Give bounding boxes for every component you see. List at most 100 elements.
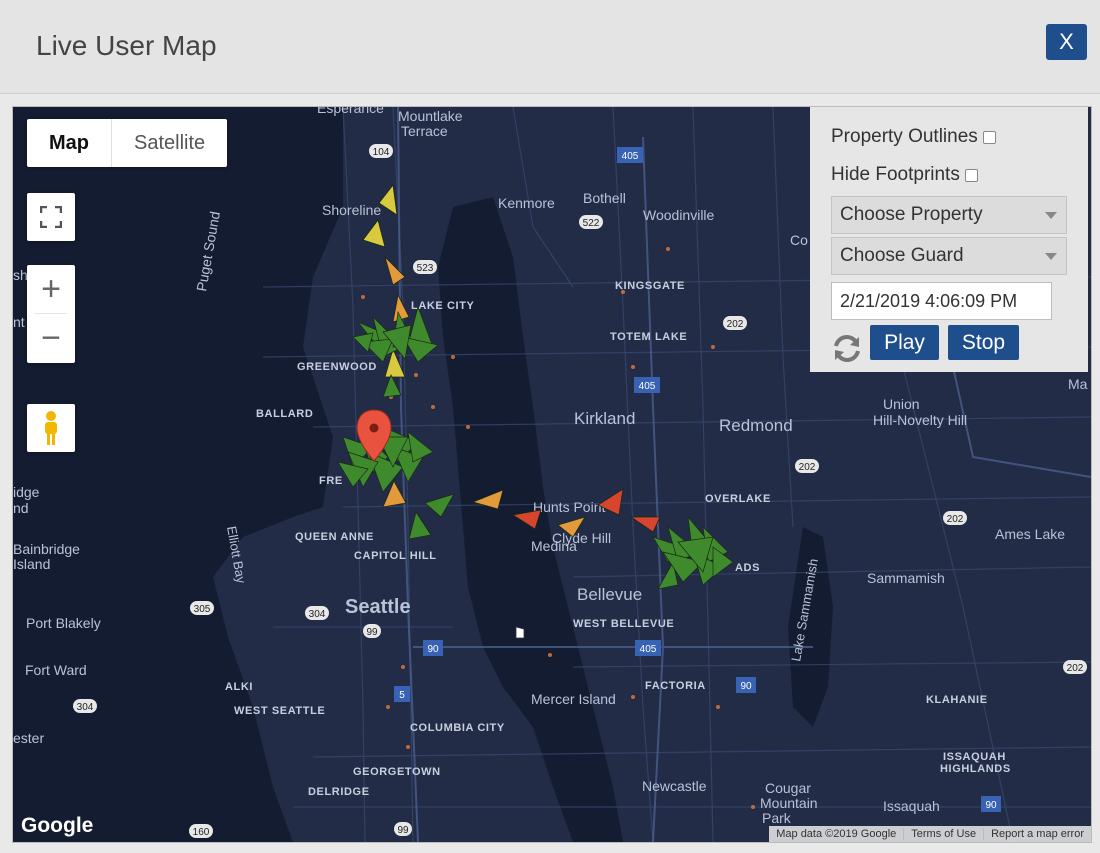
hide-footprints-checkbox[interactable] [964, 168, 978, 182]
svg-text:LAKE CITY: LAKE CITY [411, 300, 475, 312]
svg-text:202: 202 [947, 514, 964, 525]
close-button[interactable]: X [1046, 24, 1087, 60]
hide-footprints-row: Hide Footprints [831, 164, 978, 186]
property-outlines-label: Property Outlines [831, 126, 978, 147]
svg-text:Redmond: Redmond [719, 416, 793, 435]
svg-text:Seattle: Seattle [345, 596, 411, 618]
svg-text:GREENWOOD: GREENWOOD [297, 361, 377, 373]
svg-text:Mountlake: Mountlake [398, 108, 463, 124]
svg-text:TOTEM LAKE: TOTEM LAKE [610, 331, 687, 343]
map-type-control: Map Satellite [27, 119, 228, 167]
svg-text:202: 202 [1067, 663, 1084, 674]
datetime-input[interactable]: 2/21/2019 4:06:09 PM [831, 282, 1052, 320]
svg-text:Kenmore: Kenmore [498, 195, 555, 211]
svg-text:KLAHANIE: KLAHANIE [926, 694, 988, 706]
svg-text:99: 99 [397, 825, 409, 836]
property-select-value: Choose Property [840, 204, 983, 225]
svg-text:KINGSGATE: KINGSGATE [615, 280, 685, 292]
svg-text:WEST BELLEVUE: WEST BELLEVUE [573, 618, 674, 630]
svg-text:305: 305 [194, 604, 211, 615]
svg-text:WEST SEATTLE: WEST SEATTLE [234, 705, 325, 717]
svg-text:Kirkland: Kirkland [574, 409, 635, 428]
svg-text:Ma: Ma [1068, 376, 1088, 392]
svg-text:Co: Co [790, 232, 808, 248]
svg-text:DELRIDGE: DELRIDGE [308, 786, 370, 798]
svg-text:104: 104 [373, 147, 390, 158]
svg-text:Mercer Island: Mercer Island [531, 691, 616, 707]
svg-text:nt: nt [13, 314, 25, 330]
guard-select-value: Choose Guard [840, 245, 964, 266]
hide-footprints-label: Hide Footprints [831, 164, 960, 185]
svg-text:405: 405 [640, 644, 657, 655]
svg-text:160: 160 [193, 827, 210, 838]
svg-text:Newcastle: Newcastle [642, 778, 707, 794]
stop-button[interactable]: Stop [948, 325, 1019, 360]
fullscreen-icon [40, 206, 62, 228]
svg-text:Cougar: Cougar [765, 780, 811, 796]
map-type-map-button[interactable]: Map [27, 119, 111, 167]
svg-text:GEORGETOWN: GEORGETOWN [353, 766, 441, 778]
chevron-down-icon [1045, 253, 1057, 260]
zoom-in-button[interactable]: + [27, 265, 75, 313]
svg-text:304: 304 [309, 609, 326, 620]
svg-text:Ames Lake: Ames Lake [995, 526, 1065, 542]
svg-text:sh: sh [13, 267, 28, 283]
svg-text:202: 202 [799, 462, 816, 473]
svg-text:ADS: ADS [735, 562, 760, 574]
svg-text:FACTORIA: FACTORIA [645, 680, 706, 692]
svg-text:idge: idge [13, 484, 40, 500]
svg-text:405: 405 [639, 381, 656, 392]
svg-text:Park: Park [762, 810, 792, 826]
report-error-link[interactable]: Report a map error [983, 828, 1091, 840]
street-view-button[interactable] [27, 404, 75, 452]
chevron-down-icon [1045, 212, 1057, 219]
terms-link[interactable]: Terms of Use [903, 828, 983, 840]
map-type-satellite-button[interactable]: Satellite [111, 119, 227, 167]
property-select[interactable]: Choose Property [831, 196, 1067, 234]
fullscreen-button[interactable] [27, 193, 75, 241]
svg-text:Fort Ward: Fort Ward [25, 662, 87, 678]
zoom-out-button[interactable]: − [27, 314, 75, 362]
svg-text:ester: ester [13, 730, 44, 746]
svg-text:Clyde Hill: Clyde Hill [552, 530, 611, 546]
svg-text:523: 523 [417, 263, 434, 274]
svg-text:Sammamish: Sammamish [867, 570, 945, 586]
refresh-icon[interactable] [830, 331, 864, 365]
property-outlines-checkbox[interactable] [982, 130, 996, 144]
svg-text:OVERLAKE: OVERLAKE [705, 493, 771, 505]
svg-text:Island: Island [13, 556, 50, 572]
svg-text:nd: nd [13, 500, 29, 516]
svg-text:5: 5 [399, 690, 405, 701]
svg-text:Hunts Point: Hunts Point [533, 499, 605, 515]
property-outlines-row: Property Outlines [831, 126, 996, 148]
svg-text:99: 99 [366, 627, 378, 638]
guard-select[interactable]: Choose Guard [831, 237, 1067, 275]
map-canvas[interactable]: Esperance Mountlake Terrace Shoreline Ken… [12, 106, 1092, 843]
modal-title: Live User Map [36, 30, 217, 61]
svg-text:Esperance: Esperance [317, 107, 384, 116]
svg-text:405: 405 [622, 151, 639, 162]
svg-text:Bainbridge: Bainbridge [13, 541, 80, 557]
zoom-control: + − [27, 265, 75, 363]
svg-text:Woodinville: Woodinville [643, 207, 715, 223]
svg-text:Mountain: Mountain [760, 795, 818, 811]
svg-text:FRE: FRE [319, 475, 343, 487]
modal-header: Live User Map X [0, 0, 1100, 94]
svg-text:Issaquah: Issaquah [883, 798, 940, 814]
svg-text:Bothell: Bothell [583, 190, 626, 206]
svg-text:BALLARD: BALLARD [256, 408, 313, 420]
svg-text:304: 304 [77, 702, 94, 713]
play-button[interactable]: Play [870, 325, 939, 360]
svg-text:Bellevue: Bellevue [577, 585, 642, 604]
svg-text:90: 90 [427, 644, 439, 655]
svg-text:ALKI: ALKI [225, 681, 253, 693]
control-panel: Property Outlines Hide Footprints Choose… [810, 107, 1088, 372]
svg-text:ISSAQUAH: ISSAQUAH [943, 751, 1006, 763]
svg-text:90: 90 [740, 681, 752, 692]
svg-text:COLUMBIA CITY: COLUMBIA CITY [410, 722, 505, 734]
pegman-icon [45, 411, 57, 445]
svg-text:Shoreline: Shoreline [322, 202, 381, 218]
svg-text:HIGHLANDS: HIGHLANDS [940, 763, 1011, 775]
svg-text:522: 522 [583, 218, 600, 229]
svg-text:Port Blakely: Port Blakely [26, 615, 101, 631]
